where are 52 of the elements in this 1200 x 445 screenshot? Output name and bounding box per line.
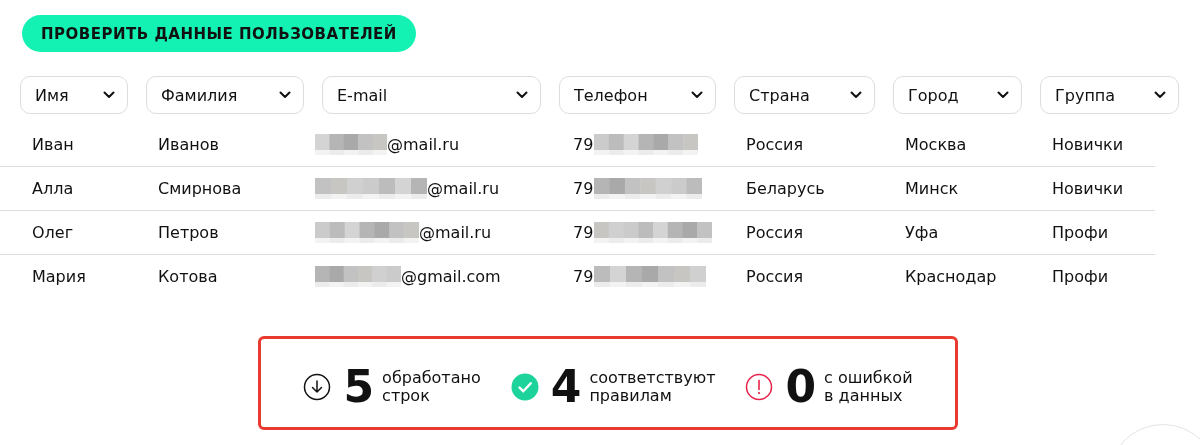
chevron-down-icon — [691, 91, 703, 99]
table-cell: Смирнова — [158, 179, 242, 198]
table-cell: Иванов — [158, 135, 219, 154]
table-cell: Новички — [1052, 179, 1124, 198]
check-users-button[interactable]: ПРОВЕРИТЬ ДАННЫЕ ПОЛЬЗОВАТЕЛЕЙ — [22, 15, 416, 52]
column-filter-dropdown[interactable]: E-mail — [322, 76, 541, 114]
table-cell: Котова — [158, 267, 218, 286]
table-cell: Профи — [1052, 223, 1109, 242]
table-cell: Краснодар — [905, 267, 997, 286]
warning-icon — [745, 373, 774, 401]
chevron-down-icon — [997, 91, 1009, 99]
chevron-down-icon — [1154, 91, 1166, 99]
column-filter-dropdown[interactable]: Город — [893, 76, 1022, 114]
table-cell: Алла — [32, 179, 74, 198]
stat-label: соответствуют правилам — [589, 368, 716, 406]
checkmark-icon — [510, 373, 539, 401]
column-filter-dropdown[interactable]: Фамилия — [146, 76, 304, 114]
table-cell: 79 — [573, 223, 594, 242]
table-cell: @mail.ru — [419, 223, 492, 242]
table-cell: Беларусь — [746, 179, 825, 198]
table-cell: Олег — [32, 223, 74, 242]
stat-label: обработано строк — [382, 368, 481, 406]
stat-count: 0 — [785, 365, 817, 409]
column-filter-dropdown[interactable]: Имя — [20, 76, 128, 114]
table-cell: Россия — [746, 135, 804, 154]
table-cell: 79 — [573, 179, 594, 198]
table-cell: Мария — [32, 267, 86, 286]
table-cell: Москва — [905, 135, 967, 154]
table-cell: @gmail.com — [401, 267, 501, 286]
table-cell: Россия — [746, 267, 804, 286]
table-cell: Иван — [32, 135, 74, 154]
column-filter-dropdown[interactable]: Телефон — [559, 76, 716, 114]
table-cell: 79 — [573, 267, 594, 286]
table-cell: Петров — [158, 223, 219, 242]
chevron-down-icon — [103, 91, 115, 99]
table-cell: 79 — [573, 135, 594, 154]
table-cell: Новички — [1052, 135, 1124, 154]
chevron-down-icon — [850, 91, 862, 99]
chevron-down-icon — [279, 91, 291, 99]
column-filter-dropdown[interactable]: Группа — [1040, 76, 1179, 114]
table-cell: Минск — [905, 179, 959, 198]
table-cell: @mail.ru — [387, 135, 460, 154]
stat-label: с ошибкой в данных — [824, 368, 913, 406]
table-cell: @mail.ru — [427, 179, 500, 198]
table-cell: Профи — [1052, 267, 1109, 286]
column-filter-dropdown[interactable]: Страна — [734, 76, 875, 114]
chevron-down-icon — [516, 91, 528, 99]
stat-count: 5 — [343, 365, 375, 409]
table-cell: Россия — [746, 223, 804, 242]
blurred-redaction — [315, 134, 387, 155]
stat-count: 4 — [550, 365, 582, 409]
table-cell: Уфа — [905, 223, 939, 242]
